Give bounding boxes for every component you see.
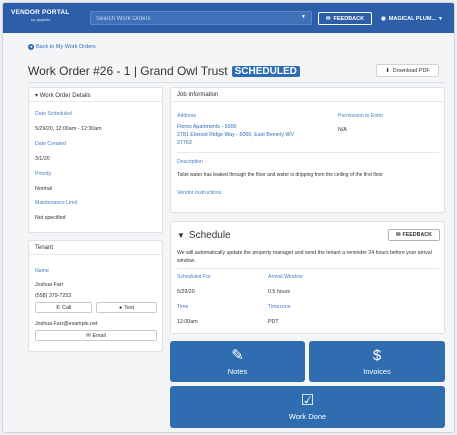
schedule-feedback-button[interactable]: ✉ FEEDBACK xyxy=(388,229,440,241)
user-name: MAGICAL PLUM... xyxy=(388,15,437,22)
address-link[interactable]: Floros Apartments - 5000 2781 Elwood Rid… xyxy=(177,123,294,147)
search-input[interactable] xyxy=(96,14,286,23)
address-line-1: Floros Apartments - 5000 xyxy=(177,124,237,130)
mail-icon: ✉ xyxy=(325,15,331,22)
checkbox-icon: ☑ xyxy=(300,392,315,409)
work-order-search[interactable]: ▼ xyxy=(90,11,312,25)
job-information-card: Job Information Address Floros Apartment… xyxy=(170,87,445,213)
arrival-window-value: 0.5 hours xyxy=(268,289,291,295)
permission-value: N/A xyxy=(338,127,347,133)
schedule-notice: We will automatically update the propert… xyxy=(177,250,432,264)
back-link[interactable]: ◂ Back to My Work Orders xyxy=(28,44,96,50)
divider xyxy=(28,82,444,83)
feedback-label: FEEDBACK xyxy=(333,15,365,22)
status-badge: SCHEDULED xyxy=(231,65,300,77)
work-order-details-card: ▾ Work Order Details Date Scheduled 5/29… xyxy=(28,87,163,233)
maintenance-limit-label: Maintenance Limit xyxy=(35,200,78,206)
arrival-window-label: Arrival Window xyxy=(268,274,303,280)
work-done-button[interactable]: ☑ Work Done xyxy=(170,386,445,428)
permission-label: Permission to Enter xyxy=(338,113,384,119)
tenant-name: Joshua Farr xyxy=(35,282,64,288)
tenant-name-label: Name xyxy=(35,268,49,274)
date-created-value: 3/1/20 xyxy=(35,156,50,162)
date-created-label: Date Created xyxy=(35,141,66,147)
date-created-group: Date Created 3/1/20 xyxy=(29,141,72,162)
address-label: Address xyxy=(177,113,197,119)
collapse-icon: ▼ xyxy=(177,231,185,240)
brand-title: VENDOR PORTAL xyxy=(11,9,70,16)
chevron-down-icon[interactable]: ▼ xyxy=(301,14,306,20)
email-label: Email xyxy=(92,332,106,339)
timezone-value: PDT xyxy=(268,319,279,325)
priority-value: Normal xyxy=(35,186,53,192)
schedule-header[interactable]: ▼ Schedule xyxy=(177,230,231,241)
address-line-3: 27763 xyxy=(177,140,192,146)
brand-subtitle: by appfolio xyxy=(31,17,51,22)
work-order-details-header[interactable]: ▾ Work Order Details xyxy=(29,88,162,102)
dollar-icon: $ xyxy=(372,346,382,364)
mail-icon: ✉ xyxy=(396,232,401,238)
scheduled-for-label: Scheduled For xyxy=(177,274,211,280)
tenant-card: Tenant Name Joshua Farr (558) 379-7253 ✆… xyxy=(28,240,163,352)
user-menu[interactable]: ◉ MAGICAL PLUM... ▾ xyxy=(381,12,451,25)
download-pdf-button[interactable]: ⬇ Download PDF xyxy=(376,64,439,77)
page-title: Work Order #26 - 1 | Grand Owl Trust SCH… xyxy=(28,64,300,78)
timezone-label: Timezone xyxy=(268,304,291,310)
phone-icon: ✆ xyxy=(55,304,61,311)
work-done-label: Work Done xyxy=(288,412,327,421)
maintenance-limit-value: Not specified xyxy=(35,215,66,221)
invoices-button[interactable]: $ Invoices xyxy=(309,341,445,382)
download-pdf-label: Download PDF xyxy=(392,67,430,74)
download-icon: ⬇ xyxy=(385,67,390,74)
description-label: Description xyxy=(177,159,203,165)
time-label: Time xyxy=(177,304,189,310)
priority-label: Priority xyxy=(35,171,52,177)
email-button[interactable]: ✉ Email xyxy=(35,330,157,341)
edit-icon: ✎ xyxy=(231,346,244,364)
notes-label: Notes xyxy=(227,366,248,376)
address-line-2: 2781 Elwood Ridge Way - 5000, East Bever… xyxy=(177,132,294,138)
text-button[interactable]: ● Text xyxy=(96,302,157,313)
collapse-icon: ▾ xyxy=(35,93,39,99)
feedback-button[interactable]: ✉ FEEDBACK xyxy=(318,12,372,25)
mail-icon: ✉ xyxy=(86,332,91,339)
call-label: Call xyxy=(62,304,72,311)
work-order-details-title: Work Order Details xyxy=(39,93,91,99)
schedule-card: ▼ Schedule ✉ FEEDBACK We will automatica… xyxy=(170,221,445,334)
notes-button[interactable]: ✎ Notes xyxy=(170,341,305,382)
tenant-email[interactable]: Joshua.Farr@example.net xyxy=(35,321,98,327)
top-nav-bar: VENDOR PORTAL by appfolio ▼ ✉ FEEDBACK ◉… xyxy=(3,3,454,33)
chevron-down-icon: ▾ xyxy=(439,15,442,22)
work-order-title: Work Order #26 - 1 | Grand Owl Trust xyxy=(28,64,228,78)
vendor-instructions-label: Vendor Instructions xyxy=(177,190,222,196)
time-value: 12:00am xyxy=(177,319,198,325)
chat-icon: ● xyxy=(119,304,123,311)
brand-logo[interactable]: VENDOR PORTAL by appfolio xyxy=(11,9,69,22)
back-arrow-icon: ◂ xyxy=(28,44,34,50)
scheduled-for-value: 5/29/20 xyxy=(177,289,195,295)
tenant-header: Tenant xyxy=(29,241,162,255)
divider xyxy=(177,268,439,269)
user-icon: ◉ xyxy=(381,15,386,22)
text-label: Text xyxy=(124,304,134,311)
app-window: VENDOR PORTAL by appfolio ▼ ✉ FEEDBACK ◉… xyxy=(2,2,455,433)
call-button[interactable]: ✆ Call xyxy=(35,302,92,313)
schedule-title: Schedule xyxy=(188,230,231,241)
back-link-label: Back to My Work Orders xyxy=(36,44,96,50)
date-scheduled-group: Date Scheduled 5/29/20, 12:00am - 12:30a… xyxy=(29,111,108,132)
description-value: Toilet water has leaked through the floo… xyxy=(177,172,383,178)
priority-group: Priority Normal xyxy=(29,171,58,192)
tenant-phone: (558) 379-7253 xyxy=(35,293,72,299)
schedule-feedback-label: FEEDBACK xyxy=(402,232,432,238)
maintenance-limit-group: Maintenance Limit Not specified xyxy=(29,200,83,221)
date-scheduled-label: Date Scheduled xyxy=(35,111,72,117)
date-scheduled-value: 5/29/20, 12:00am - 12:30am xyxy=(35,126,102,132)
invoices-label: Invoices xyxy=(363,366,391,376)
job-information-header: Job Information xyxy=(171,88,444,102)
divider xyxy=(177,152,439,153)
